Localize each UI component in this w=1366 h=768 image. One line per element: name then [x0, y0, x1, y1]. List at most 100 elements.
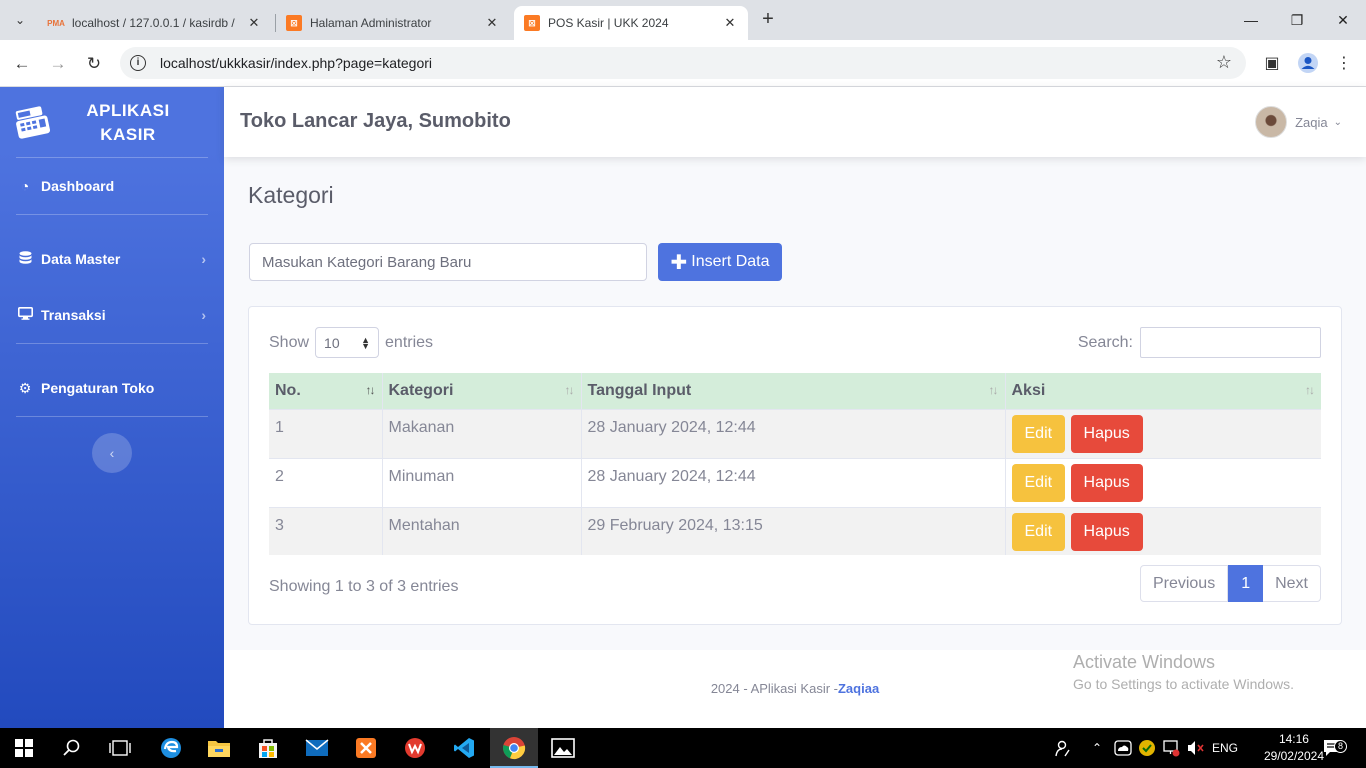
- cogs-icon: ⚙: [18, 379, 32, 396]
- edit-button[interactable]: Edit: [1011, 463, 1066, 502]
- sidebar-divider: [16, 214, 208, 215]
- user-dropdown[interactable]: Zaqia ⌄: [1255, 106, 1342, 138]
- people-icon[interactable]: [1054, 728, 1072, 768]
- edge-icon[interactable]: [147, 728, 195, 768]
- hapus-button[interactable]: Hapus: [1070, 463, 1143, 502]
- task-view-icon[interactable]: [96, 728, 144, 768]
- insert-data-label: Insert Data: [691, 253, 770, 270]
- sidebar-item-data-master[interactable]: Data Master ›: [0, 239, 224, 279]
- edit-button[interactable]: Edit: [1011, 512, 1066, 551]
- sidebar-item-label: Data Master: [41, 251, 121, 267]
- column-header-aksi[interactable]: Aksi ↑↓: [1005, 373, 1321, 409]
- browser-tab-admin[interactable]: ⊠ Halaman Administrator ✕: [276, 6, 510, 40]
- page-1-button[interactable]: 1: [1228, 565, 1264, 602]
- back-button[interactable]: ←: [10, 52, 34, 76]
- minimize-button[interactable]: —: [1228, 6, 1274, 34]
- chrome-icon[interactable]: [490, 728, 538, 768]
- close-icon[interactable]: ✕: [484, 15, 500, 31]
- profile-icon[interactable]: [1296, 52, 1320, 76]
- sidebar-divider: [16, 416, 208, 417]
- previous-page-button[interactable]: Previous: [1139, 565, 1229, 602]
- browser-tab-pos-kasir[interactable]: ⊠ POS Kasir | UKK 2024 ✕: [514, 6, 748, 40]
- network-icon[interactable]: [1162, 728, 1180, 768]
- browser-toolbar: ← → ↻ i localhost/ukkkasir/index.php?pag…: [0, 40, 1366, 87]
- cell-kategori: Makanan: [382, 408, 582, 458]
- entries-select-value: 10: [324, 334, 340, 351]
- new-tab-button[interactable]: +: [758, 8, 778, 32]
- search-input[interactable]: [1140, 327, 1321, 358]
- sort-icon: ↑↓: [564, 383, 575, 397]
- photos-icon[interactable]: [539, 728, 587, 768]
- reload-button[interactable]: ↻: [82, 52, 106, 76]
- hapus-button[interactable]: Hapus: [1070, 512, 1143, 551]
- entries-length-control: Show 10 ▲ ▼ entries: [269, 327, 433, 358]
- onedrive-icon[interactable]: [1114, 728, 1132, 768]
- close-icon[interactable]: ✕: [722, 15, 738, 31]
- tab-title: Halaman Administrator: [310, 16, 432, 30]
- volume-muted-icon[interactable]: [1186, 728, 1206, 768]
- start-button[interactable]: [0, 728, 48, 768]
- browser-menu-icon[interactable]: ⋮: [1332, 52, 1356, 76]
- tab-search-button[interactable]: ⌄: [8, 8, 32, 32]
- user-name: Zaqia: [1295, 114, 1328, 130]
- cell-aksi: Edit Hapus: [1005, 457, 1321, 507]
- file-explorer-icon[interactable]: [195, 728, 243, 768]
- kategori-table-card: Show 10 ▲ ▼ entries Search: No. ↑↓ Kategor…: [248, 306, 1342, 625]
- hapus-button[interactable]: Hapus: [1070, 414, 1143, 453]
- sort-icon: ↑↓: [365, 383, 376, 397]
- notification-center-icon[interactable]: 8: [1322, 728, 1347, 768]
- cell-tanggal: 28 January 2024, 12:44: [581, 457, 1006, 507]
- table-info: Showing 1 to 3 of 3 entries: [269, 578, 459, 595]
- wps-office-icon[interactable]: [391, 728, 439, 768]
- side-panel-icon[interactable]: ▣: [1260, 52, 1284, 76]
- table-row: 2 Minuman 28 January 2024, 12:44 Edit Ha…: [269, 457, 1321, 507]
- clock[interactable]: 14:16 29/02/2024: [1264, 731, 1324, 765]
- kategori-input[interactable]: [249, 243, 647, 281]
- column-header-kategori[interactable]: Kategori ↑↓: [382, 373, 582, 409]
- column-header-tanggal-input[interactable]: Tanggal Input ↑↓: [581, 373, 1006, 409]
- avatar: [1255, 106, 1288, 138]
- cell-no: 1: [269, 408, 383, 458]
- sidebar-brand[interactable]: APLIKASI KASIR: [0, 87, 224, 157]
- next-page-button[interactable]: Next: [1263, 565, 1321, 602]
- entries-label: entries: [385, 333, 434, 351]
- main-content: Kategori ✚ Insert Data Show 10 ▲▼ entrie…: [224, 157, 1366, 650]
- windows-taskbar: ⌃ ENG 14:16 29/02/2024 8: [0, 728, 1366, 768]
- window-close-button[interactable]: ✕: [1320, 6, 1366, 34]
- chevron-down-icon: ⌄: [1333, 116, 1342, 128]
- forward-button[interactable]: →: [46, 52, 70, 76]
- topbar: Toko Lancar Jaya, Sumobito Zaqia ⌄: [224, 87, 1366, 157]
- select-arrows-icon: ▲ ▼: [361, 334, 371, 351]
- vscode-icon[interactable]: [440, 728, 488, 768]
- security-shield-icon[interactable]: [1138, 728, 1156, 768]
- browser-tab-phpmyadmin[interactable]: PMA localhost / 127.0.0.1 / kasirdb / ✕: [38, 6, 272, 40]
- site-info-icon[interactable]: i: [130, 55, 146, 71]
- edit-button[interactable]: Edit: [1011, 414, 1066, 453]
- insert-data-button[interactable]: ✚ Insert Data: [658, 243, 782, 281]
- restore-button[interactable]: ❐: [1274, 6, 1320, 34]
- chevron-up-icon[interactable]: ⌃: [1092, 728, 1102, 768]
- entries-select[interactable]: 10 ▲ ▼: [315, 327, 380, 358]
- microsoft-store-icon[interactable]: [244, 728, 292, 768]
- show-label: Show: [269, 333, 310, 351]
- database-icon: [16, 250, 34, 268]
- xampp-icon: ⊠: [524, 15, 540, 31]
- cash-register-icon: [15, 106, 51, 139]
- column-header-no[interactable]: No. ↑↓: [269, 373, 383, 409]
- dashboard-icon: ◔: [20, 178, 30, 194]
- xampp-taskbar-icon[interactable]: [342, 728, 390, 768]
- close-icon[interactable]: ✕: [246, 15, 262, 31]
- address-bar[interactable]: i localhost/ukkkasir/index.php?page=kate…: [120, 47, 1246, 79]
- page-title: Kategori: [248, 182, 334, 208]
- search-icon[interactable]: [48, 728, 96, 768]
- footer-author-link[interactable]: Zaqiaa: [838, 681, 879, 696]
- sidebar-item-pengaturan-toko[interactable]: ⚙ Pengaturan Toko: [0, 368, 224, 408]
- url-text[interactable]: localhost/ukkkasir/index.php?page=katego…: [160, 55, 432, 71]
- sidebar-toggle-button[interactable]: ‹: [92, 433, 132, 473]
- mail-icon[interactable]: [293, 728, 341, 768]
- bookmark-star-icon[interactable]: ☆: [1216, 52, 1232, 73]
- chevron-right-icon: ›: [201, 307, 206, 323]
- sidebar-item-dashboard[interactable]: ◔ Dashboard: [0, 166, 224, 206]
- sidebar-item-transaksi[interactable]: Transaksi ›: [0, 295, 224, 335]
- language-indicator[interactable]: ENG: [1212, 728, 1238, 768]
